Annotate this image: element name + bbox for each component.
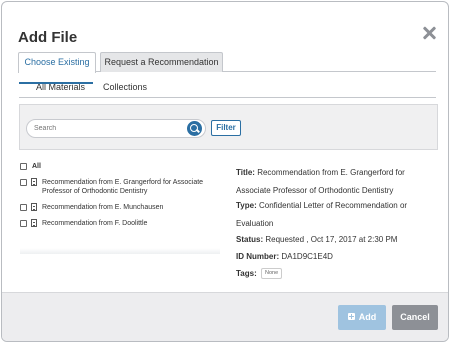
item-label: Recommendation from F. Doolittle bbox=[42, 220, 148, 227]
detail-status-value: Requested , Oct 17, 2017 at 2:30 PM bbox=[265, 235, 398, 244]
item-label: Recommendation from E. Munchausen bbox=[42, 204, 164, 211]
detail-id-label: ID Number: bbox=[236, 252, 280, 261]
tab-choose-existing[interactable]: Choose Existing bbox=[18, 52, 96, 73]
item-checkbox[interactable] bbox=[20, 204, 27, 211]
cancel-button[interactable]: Cancel bbox=[392, 305, 438, 330]
tag-badge: None bbox=[260, 268, 283, 280]
tab-request-recommendation[interactable]: Request a Recommendation bbox=[100, 52, 223, 72]
item-checkbox[interactable] bbox=[20, 179, 27, 186]
checkbox-all[interactable] bbox=[20, 163, 27, 170]
modal-footer: Add Cancel bbox=[2, 292, 448, 341]
close-icon[interactable] bbox=[422, 26, 436, 40]
modal-title: Add File bbox=[18, 29, 78, 46]
subtab-active-indicator bbox=[19, 82, 93, 84]
document-icon bbox=[31, 203, 37, 211]
all-label: All bbox=[32, 163, 41, 170]
add-file-modal: Add File Choose Existing Request a Recom… bbox=[1, 1, 449, 342]
detail-title-value: Recommendation from E. Grangerford for A… bbox=[236, 168, 405, 195]
document-icon bbox=[31, 178, 37, 186]
document-icon bbox=[31, 219, 37, 227]
detail-type-value: Confidential Letter of Recommendation or… bbox=[236, 201, 408, 228]
detail-status: Status: Requested , Oct 17, 2017 at 2:30… bbox=[236, 231, 436, 249]
add-button[interactable]: Add bbox=[338, 305, 386, 330]
subtab-collections[interactable]: Collections bbox=[103, 82, 147, 92]
detail-id: ID Number: DA1D9C1E4D bbox=[236, 248, 436, 266]
item-checkbox[interactable] bbox=[20, 220, 27, 227]
detail-type-label: Type: bbox=[236, 201, 257, 210]
detail-title: Title: Recommendation from E. Grangerfor… bbox=[236, 164, 436, 200]
search-input[interactable] bbox=[26, 119, 206, 138]
filter-button[interactable]: Filter bbox=[211, 120, 241, 136]
detail-tags-label: Tags: bbox=[236, 269, 257, 278]
subtab-bar: All Materials Collections bbox=[19, 80, 436, 98]
add-button-label: Add bbox=[358, 312, 377, 322]
detail-title-label: Title: bbox=[236, 168, 255, 177]
search-icon[interactable] bbox=[187, 121, 202, 136]
list-scroll-fade bbox=[20, 248, 220, 254]
search-panel: Filter bbox=[19, 104, 438, 150]
plus-icon bbox=[347, 313, 355, 320]
detail-type: Type: Confidential Letter of Recommendat… bbox=[236, 197, 436, 233]
item-label: Recommendation from E. Grangerford for A… bbox=[42, 179, 204, 195]
tab-bar: Choose Existing Request a Recommendation bbox=[18, 52, 436, 73]
detail-id-value: DA1D9C1E4D bbox=[281, 252, 333, 261]
detail-tags: Tags: None bbox=[236, 265, 436, 283]
detail-status-label: Status: bbox=[236, 235, 264, 244]
